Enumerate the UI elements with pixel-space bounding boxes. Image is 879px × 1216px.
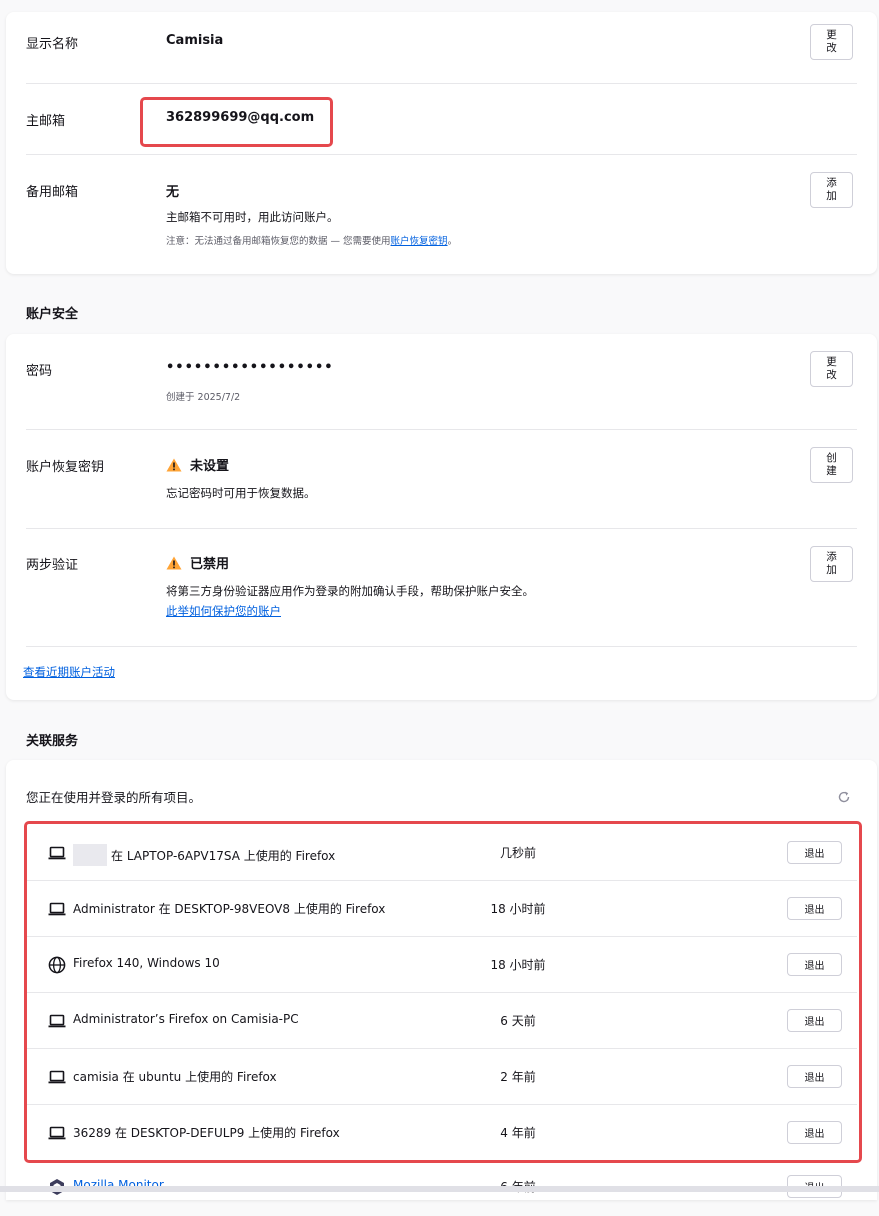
recovery-key-status-text: 未设置: [190, 459, 230, 474]
divider: [26, 154, 857, 155]
display-name-value: Camisia: [166, 33, 224, 48]
security-card: 密码 •••••••••••••••••• 创建于 2025/7/2 更改 账户…: [6, 334, 877, 700]
change-password-button[interactable]: 更改: [810, 351, 853, 387]
recent-activity-link[interactable]: 查看近期账户活动: [23, 665, 115, 679]
divider: [26, 83, 857, 84]
change-display-name-button[interactable]: 更改: [810, 24, 853, 60]
services-intro: 您正在使用并登录的所有项目。: [26, 790, 202, 805]
recent-activity: 查看近期账户活动: [23, 664, 115, 680]
profile-card: 显示名称 Camisia 更改 主邮箱 362899699@qq.com 备用邮…: [6, 12, 877, 274]
secondary-email-note: 注意：无法通过备用邮箱恢复您的数据 — 您需要使用账户恢复密钥。: [166, 233, 457, 247]
note-suffix: 。: [447, 236, 458, 247]
two-step-help: 此举如何保护您的账户: [166, 603, 281, 619]
two-step-help-link[interactable]: 此举如何保护您的账户: [166, 604, 281, 618]
create-recovery-key-button[interactable]: 创建: [810, 447, 853, 483]
horizontal-scrollbar[interactable]: [0, 1186, 879, 1192]
warning-icon: [166, 458, 182, 472]
add-two-step-button[interactable]: 添加: [810, 546, 853, 582]
primary-email-label: 主邮箱: [26, 114, 66, 129]
refresh-icon[interactable]: [837, 790, 851, 804]
recovery-key-status: 未设置: [166, 455, 229, 474]
secondary-email-label: 备用邮箱: [26, 185, 79, 200]
secondary-email-value: 无: [166, 185, 180, 200]
secondary-email-desc: 主邮箱不可用时，用此访问账户。: [166, 210, 339, 224]
display-name-label: 显示名称: [26, 37, 79, 52]
password-label: 密码: [26, 364, 53, 379]
recovery-key-desc: 忘记密码时可用于恢复数据。: [166, 486, 316, 500]
recovery-key-link[interactable]: 账户恢复密钥: [391, 236, 448, 247]
divider: [26, 528, 857, 529]
warning-icon: [166, 556, 182, 570]
recovery-key-label: 账户恢复密钥: [26, 460, 105, 475]
note-prefix: 注意：无法通过备用邮箱恢复您的数据 — 您需要使用: [166, 236, 391, 247]
divider: [26, 429, 857, 430]
security-section-title: 账户安全: [26, 307, 79, 322]
password-created: 创建于 2025/7/2: [166, 392, 241, 403]
devices-highlight-box: [24, 821, 862, 1163]
services-section-title: 关联服务: [26, 734, 79, 749]
divider: [26, 646, 857, 647]
email-highlight-box: [140, 97, 333, 147]
add-secondary-email-button[interactable]: 添加: [810, 172, 853, 208]
password-value: ••••••••••••••••••: [166, 360, 334, 375]
two-step-desc: 将第三方身份验证器应用作为登录的附加确认手段，帮助保护账户安全。: [166, 584, 534, 598]
two-step-status-text: 已禁用: [190, 557, 230, 572]
two-step-label: 两步验证: [26, 558, 79, 573]
two-step-status: 已禁用: [166, 553, 229, 572]
